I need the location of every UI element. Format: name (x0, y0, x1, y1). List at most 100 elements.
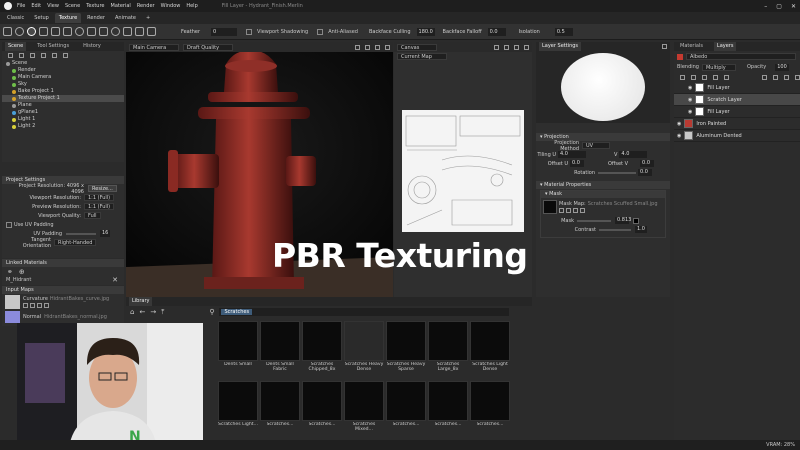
curvature-thumbnail[interactable] (5, 295, 20, 309)
mask-header[interactable]: ▾ Mask (541, 191, 665, 198)
mask-map-thumbnail[interactable] (543, 200, 557, 214)
tab-texture[interactable]: Texture (54, 13, 82, 23)
mask-field[interactable]: 0.813 (615, 217, 631, 224)
backface-culling-field[interactable]: 180.0 (416, 27, 435, 36)
lasso-tool-icon[interactable] (15, 27, 24, 36)
reload-map-icon[interactable] (30, 303, 35, 308)
isolation-field[interactable]: 0.5 (554, 27, 573, 36)
current-map-select[interactable]: Current Map (397, 52, 447, 60)
input-maps-header[interactable]: Input Maps (2, 286, 124, 294)
up-icon[interactable]: ⤒ (161, 308, 164, 317)
close-icon[interactable]: ✕ (791, 3, 796, 10)
layer-item[interactable]: ◉ Fill Layer (674, 106, 800, 118)
tab-materials[interactable]: Materials (677, 42, 706, 51)
target-icon[interactable]: ⊕ (19, 268, 25, 276)
backface-falloff-field[interactable]: 0.0 (487, 27, 506, 36)
blending-select[interactable]: Multiply (701, 63, 736, 71)
add-group-layer-icon[interactable] (702, 74, 707, 80)
mask-color-swatch[interactable] (633, 217, 639, 224)
library-asset-card[interactable]: Scratches Light... (218, 381, 258, 439)
uv-settings-icon[interactable] (494, 44, 499, 50)
uv-maximize-icon[interactable] (524, 44, 529, 50)
library-asset-card[interactable]: Scratches... (260, 381, 300, 439)
library-asset-card[interactable]: Scratches Large_8x (428, 321, 468, 379)
viewport-maximize-icon[interactable] (385, 44, 390, 50)
pen-tool-icon[interactable] (63, 27, 72, 36)
scene-tree-item[interactable]: Light 2 (2, 123, 124, 130)
viewport-frame-icon[interactable] (365, 44, 370, 50)
scene-tree-item[interactable]: Sky (2, 81, 124, 88)
layer-item[interactable]: ◉ Iron Painted (674, 118, 800, 130)
viewport-resolution-select[interactable]: 1:1 (Full) (84, 194, 115, 201)
remove-icon[interactable]: ✕ (112, 276, 118, 284)
anti-aliased-checkbox[interactable] (317, 28, 324, 35)
mask-clear-icon[interactable] (580, 208, 585, 213)
rotation-field[interactable]: 0.0 (638, 169, 652, 176)
menu-view[interactable]: View (47, 3, 59, 9)
back-icon[interactable]: ← (139, 308, 145, 316)
offset-u-field[interactable]: 0.0 (570, 160, 584, 167)
tab-add[interactable]: + (142, 13, 154, 23)
layer-item[interactable]: ◉ Aluminum Dented (674, 130, 800, 142)
scene-tree-item[interactable]: Render (2, 67, 124, 74)
offset-v-field[interactable]: 0.0 (640, 160, 655, 167)
contrast-field[interactable]: 1.0 (635, 226, 647, 233)
mask-reload-icon[interactable] (566, 208, 571, 213)
tiling-v-field[interactable]: 4.0 (619, 151, 648, 158)
tab-classic[interactable]: Classic (3, 13, 28, 23)
open-map-icon[interactable] (23, 303, 28, 308)
tangent-orientation-select[interactable]: Right-Handed (54, 239, 97, 246)
visibility-eye-icon[interactable]: ◉ (677, 133, 681, 139)
add-fill-icon[interactable] (691, 74, 696, 80)
layer-delete-icon[interactable] (795, 74, 800, 80)
duplicate-layer-icon[interactable] (713, 74, 718, 80)
tab-render[interactable]: Render (83, 13, 109, 23)
library-asset-card[interactable]: Dents Small (218, 321, 258, 379)
scene-tree-item[interactable]: Texture Project 1 (2, 95, 124, 102)
feather-field[interactable]: 0 (211, 27, 238, 36)
library-asset-card[interactable]: Scratches Heavy Sparse (386, 321, 426, 379)
visibility-eye-icon[interactable]: ◉ (688, 85, 692, 91)
mask-slider[interactable] (577, 219, 611, 222)
scene-tree-item[interactable]: Light 1 (2, 116, 124, 123)
cube-tool-icon[interactable] (123, 27, 132, 36)
uv-lock-icon[interactable] (514, 44, 519, 50)
menu-file[interactable]: File (17, 3, 25, 9)
add-mesh-icon[interactable] (52, 53, 57, 58)
tab-animate[interactable]: Animate (111, 13, 140, 23)
mask-open-icon[interactable] (559, 208, 564, 213)
menu-window[interactable]: Window (161, 3, 181, 9)
menu-scene[interactable]: Scene (65, 3, 80, 9)
scene-tree-item[interactable]: Main Camera (2, 74, 124, 81)
tab-history[interactable]: History (80, 42, 104, 51)
rotation-slider[interactable] (598, 171, 636, 174)
add-light-icon[interactable] (30, 53, 35, 58)
camera-select[interactable]: Main Camera (129, 43, 179, 51)
viewport-settings-icon[interactable] (355, 44, 360, 50)
select-tool-icon[interactable] (3, 27, 12, 36)
menu-render[interactable]: Render (137, 3, 155, 9)
quality-select[interactable]: Draft Quality (183, 43, 233, 51)
clear-map-icon[interactable] (44, 303, 49, 308)
smudge-tool-icon[interactable] (99, 27, 108, 36)
scene-tree-item[interactable]: Plane (2, 102, 124, 109)
layer-folder-icon[interactable] (784, 74, 789, 80)
viewport-shadowing-checkbox[interactable] (246, 28, 253, 35)
scene-tree-item[interactable]: Scene (2, 60, 124, 67)
library-asset-card[interactable]: Scratches... (302, 381, 342, 439)
library-asset-card[interactable]: Scratches... (470, 381, 510, 439)
linked-materials-header[interactable]: Linked Materials (2, 259, 124, 267)
search-tag[interactable]: Scratches (221, 309, 253, 315)
forward-icon[interactable]: → (150, 308, 156, 316)
opacity-field[interactable]: 100 (775, 63, 789, 71)
tab-setup[interactable]: Setup (30, 13, 53, 23)
minimize-icon[interactable]: – (764, 3, 767, 10)
hand-tool-icon[interactable] (111, 27, 120, 36)
add-camera-icon[interactable] (19, 53, 24, 58)
layer-item[interactable]: ◉ Fill Layer (674, 82, 800, 94)
library-asset-card[interactable]: Scratches... (428, 381, 468, 439)
visibility-eye-icon[interactable]: ◉ (677, 121, 681, 127)
menu-texture[interactable]: Texture (86, 3, 104, 9)
layer-settings-popout-icon[interactable] (662, 44, 667, 49)
uv-texture-map[interactable] (402, 110, 524, 232)
